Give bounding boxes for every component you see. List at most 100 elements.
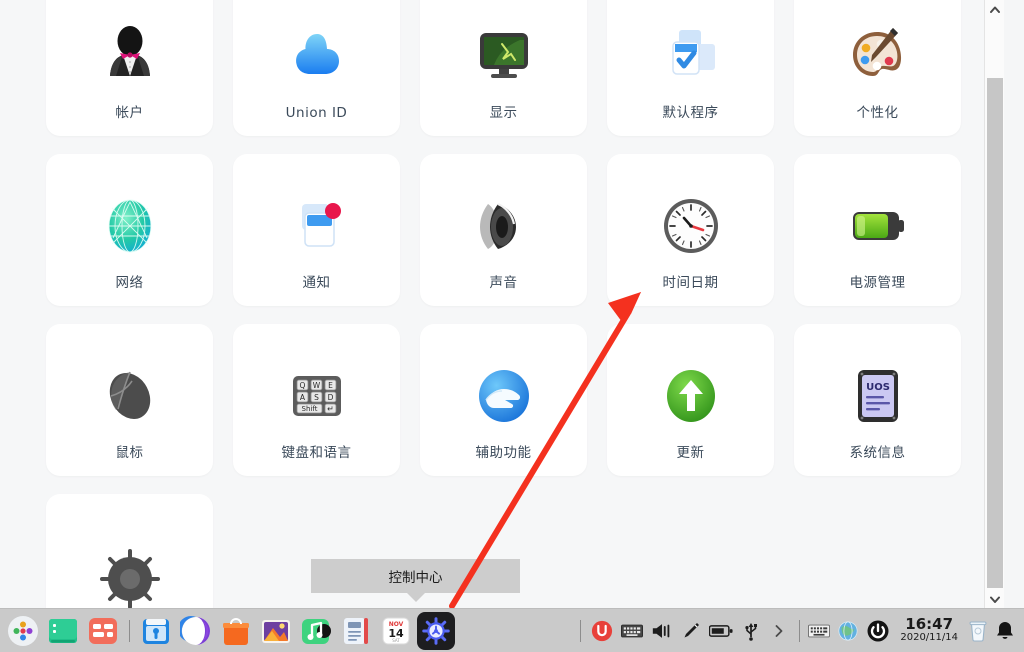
- screen: 帐户 Union ID 显示 默认程序 个性化 网络 通知 声音 时间日期 电源…: [0, 0, 1024, 652]
- dock-app-area: NOV 14 SAT: [0, 611, 455, 650]
- notification-window-icon: [284, 193, 350, 259]
- trash-icon[interactable]: [965, 616, 991, 646]
- settings-card-default-apps[interactable]: 默认程序: [607, 0, 774, 136]
- key-w: W: [312, 381, 320, 390]
- settings-card-personalization[interactable]: 个性化: [794, 0, 961, 136]
- default-apps-icon: [658, 23, 724, 89]
- power-battery-icon: [845, 193, 911, 259]
- scrollbar-track[interactable]: [987, 18, 1003, 590]
- clock-date: 2020/11/14: [900, 632, 958, 644]
- keyboard-icon[interactable]: [618, 616, 646, 646]
- settings-card-mouse[interactable]: 鼠标: [46, 324, 213, 476]
- battery-icon[interactable]: [706, 616, 736, 646]
- key-enter: ↵: [327, 404, 334, 413]
- settings-card-power[interactable]: 电源管理: [794, 154, 961, 306]
- settings-card-label: 默认程序: [662, 104, 719, 121]
- uos-logo-icon[interactable]: [588, 616, 616, 646]
- settings-card-label: 辅助功能: [475, 444, 532, 461]
- settings-card-sound[interactable]: 声音: [420, 154, 587, 306]
- power-icon[interactable]: [863, 616, 893, 646]
- settings-card-notification[interactable]: 通知: [233, 154, 400, 306]
- key-s: S: [314, 393, 319, 402]
- settings-card-label: 鼠标: [115, 444, 144, 461]
- dock-tooltip-label: 控制中心: [388, 570, 443, 586]
- dock-right-cluster: 16:47 2020/11/14: [805, 616, 1024, 646]
- dock-item-browser[interactable]: [177, 612, 215, 650]
- dock-item-app-grid[interactable]: [84, 612, 122, 650]
- settings-card-network[interactable]: 网络: [46, 154, 213, 306]
- tray-separator-left: [580, 619, 582, 642]
- settings-card-system-info[interactable]: UOS 系统信息: [794, 324, 961, 476]
- settings-card-datetime[interactable]: 时间日期: [607, 154, 774, 306]
- tray-separator-right: [799, 619, 801, 642]
- key-shift: Shift: [301, 405, 317, 413]
- settings-card-update[interactable]: 更新: [607, 324, 774, 476]
- update-arrow-up-icon: [658, 363, 724, 429]
- settings-card-accessibility[interactable]: 辅助功能: [420, 324, 587, 476]
- network-globe-icon[interactable]: [834, 616, 862, 646]
- settings-card-label: 更新: [676, 444, 705, 461]
- settings-card-union-id[interactable]: Union ID: [233, 0, 400, 136]
- mouse-icon: [97, 363, 163, 429]
- volume-icon[interactable]: [648, 616, 676, 646]
- keyboard-language-icon: Q W E A S D Shift ↵: [284, 363, 350, 429]
- dock-item-image-viewer[interactable]: [257, 612, 295, 650]
- vertical-scrollbar[interactable]: [984, 0, 1004, 608]
- calendar-weekday: SAT: [392, 638, 400, 643]
- dock-item-app-store[interactable]: [217, 612, 255, 650]
- settings-card-label: Union ID: [285, 104, 348, 121]
- key-q: Q: [299, 381, 305, 390]
- system-info-uos-icon: UOS: [845, 363, 911, 429]
- settings-card-label: 帐户: [115, 104, 144, 121]
- dock-item-terminal[interactable]: [44, 612, 82, 650]
- display-monitor-icon: [471, 23, 537, 89]
- onboard-keyboard-icon[interactable]: [805, 616, 833, 646]
- expand-tray-chevron-icon[interactable]: [766, 616, 792, 646]
- dock-item-text-editor[interactable]: [337, 612, 375, 650]
- dock-item-control-center[interactable]: [417, 611, 455, 650]
- notification-bell-icon[interactable]: [992, 616, 1018, 646]
- settings-card-label: 个性化: [856, 104, 899, 121]
- accessibility-hand-icon: [471, 363, 537, 429]
- dock-item-launcher[interactable]: [4, 612, 42, 650]
- scrollbar-down-chevron-icon[interactable]: [985, 590, 1004, 608]
- settings-row: 网络 通知 声音 时间日期 电源管理: [46, 154, 986, 306]
- settings-grid: 帐户 Union ID 显示 默认程序 个性化 网络 通知 声音 时间日期 电源…: [46, 0, 986, 608]
- settings-card-label: 系统信息: [849, 444, 906, 461]
- personalization-palette-icon: [845, 23, 911, 89]
- key-d: D: [327, 393, 333, 402]
- control-center-window: 帐户 Union ID 显示 默认程序 个性化 网络 通知 声音 时间日期 电源…: [0, 0, 1004, 608]
- dock-item-music-player[interactable]: [297, 612, 335, 650]
- taskbar: NOV 14 SAT 16:47 2020/11/14: [0, 608, 1024, 652]
- sound-speaker-icon: [471, 193, 537, 259]
- network-globe-icon: [97, 193, 163, 259]
- settings-card-label: 通知: [302, 274, 331, 291]
- settings-card-label: 网络: [115, 274, 144, 291]
- scrollbar-thumb[interactable]: [987, 78, 1003, 588]
- settings-card-general[interactable]: [46, 494, 213, 608]
- uos-text: UOS: [866, 382, 890, 393]
- settings-row: 帐户 Union ID 显示 默认程序 个性化: [46, 0, 986, 136]
- pen-icon[interactable]: [678, 616, 704, 646]
- dock-item-calendar[interactable]: NOV 14 SAT: [377, 612, 415, 650]
- settings-card-label: 声音: [489, 274, 518, 291]
- clock-time: 16:47: [905, 615, 954, 634]
- dock-tooltip: 控制中心: [311, 559, 520, 602]
- settings-card-label: 时间日期: [662, 274, 719, 291]
- settings-card-keyboard-language[interactable]: Q W E A S D Shift ↵ 键盘和语言: [233, 324, 400, 476]
- settings-card-account[interactable]: 帐户: [46, 0, 213, 136]
- settings-row: 鼠标 Q W E A S D Shift ↵ 键盘和语言 辅助功能 更新 UOS…: [46, 324, 986, 476]
- settings-card-label: 键盘和语言: [281, 444, 352, 461]
- scrollbar-up-chevron-icon[interactable]: [985, 0, 1004, 18]
- union-id-cloud-icon: [284, 23, 350, 89]
- tooltip-tail: [406, 593, 425, 602]
- system-tray: [575, 616, 805, 646]
- settings-card-display[interactable]: 显示: [420, 0, 587, 136]
- settings-card-label: 电源管理: [849, 274, 906, 291]
- account-avatar-icon: [97, 23, 163, 89]
- datetime-clock-icon: [658, 193, 724, 259]
- dock-item-file-manager[interactable]: [137, 612, 175, 650]
- general-settings-gear-icon: [97, 546, 163, 608]
- taskbar-clock[interactable]: 16:47 2020/11/14: [894, 617, 964, 643]
- usb-icon[interactable]: [738, 616, 764, 646]
